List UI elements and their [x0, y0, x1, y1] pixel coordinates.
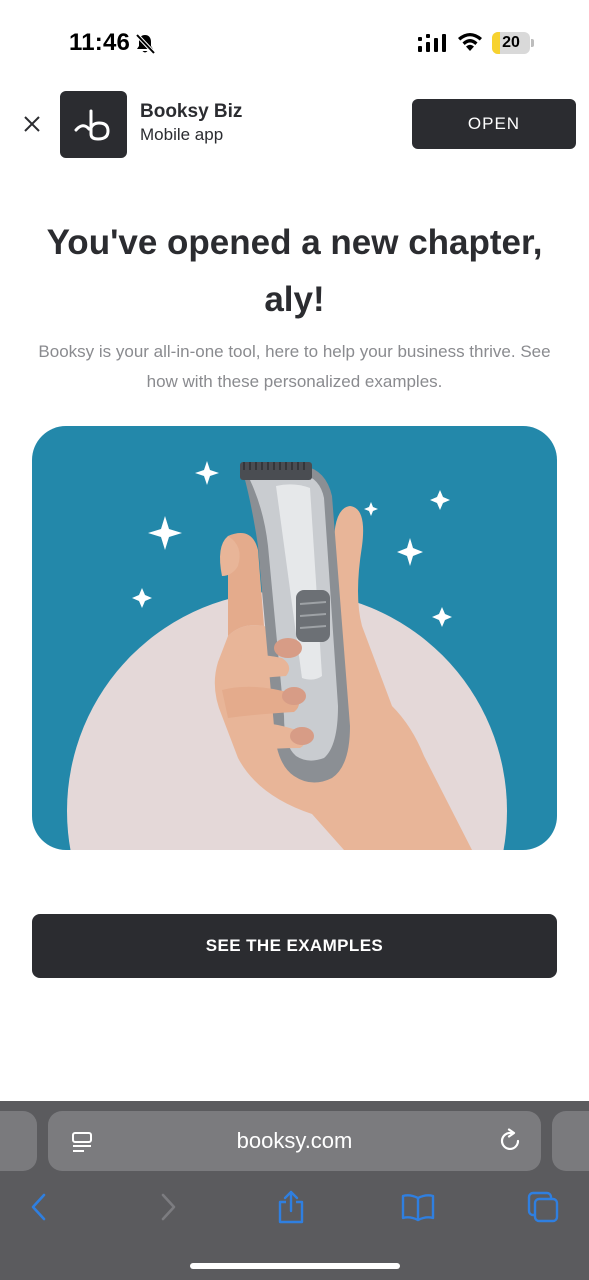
share-icon	[278, 1190, 304, 1224]
home-indicator	[190, 1263, 400, 1269]
booksy-app-icon[interactable]	[60, 91, 127, 158]
bookmarks-icon	[401, 1194, 435, 1222]
previous-tab-peek[interactable]	[0, 1111, 37, 1171]
forward-icon	[161, 1193, 176, 1221]
see-examples-button[interactable]: SEE THE EXAMPLES	[32, 914, 557, 978]
bookmarks-button[interactable]	[398, 1187, 438, 1227]
battery-level: 20	[502, 34, 520, 51]
share-button[interactable]	[271, 1187, 311, 1227]
browser-chrome: booksy.com	[0, 1101, 589, 1280]
back-button[interactable]	[19, 1187, 59, 1227]
browser-toolbar	[0, 1181, 589, 1233]
address-bar[interactable]: booksy.com	[48, 1111, 541, 1171]
back-icon	[31, 1193, 46, 1221]
cellular-signal-icon	[417, 33, 449, 53]
next-tab-peek[interactable]	[552, 1111, 589, 1171]
page-subtitle: Booksy is your all-in-one tool, here to …	[38, 342, 551, 391]
forward-button[interactable]	[148, 1187, 188, 1227]
close-icon	[24, 116, 40, 132]
battery-icon: 20	[492, 32, 534, 54]
booksy-logo-icon	[74, 109, 109, 140]
hero-image	[32, 426, 557, 850]
tabs-button[interactable]	[523, 1187, 563, 1227]
tabs-icon	[527, 1191, 559, 1223]
close-banner-button[interactable]	[18, 110, 46, 138]
url-text[interactable]: booksy.com	[48, 1111, 541, 1171]
smart-app-banner: Booksy Biz Mobile app OPEN	[0, 86, 589, 164]
bell-slash-icon	[134, 33, 156, 55]
status-time: 11:46	[69, 29, 131, 56]
hair-clipper-illustration	[67, 461, 507, 850]
banner-app-subtitle: Mobile app	[140, 125, 224, 144]
open-app-button[interactable]: OPEN	[412, 99, 576, 149]
wifi-icon	[456, 31, 484, 53]
page-title: You've opened a new chapter, aly!	[46, 223, 543, 319]
banner-app-name: Booksy Biz	[140, 101, 243, 122]
reload-icon[interactable]	[498, 1128, 524, 1154]
status-bar: 11:46 20	[0, 0, 589, 86]
